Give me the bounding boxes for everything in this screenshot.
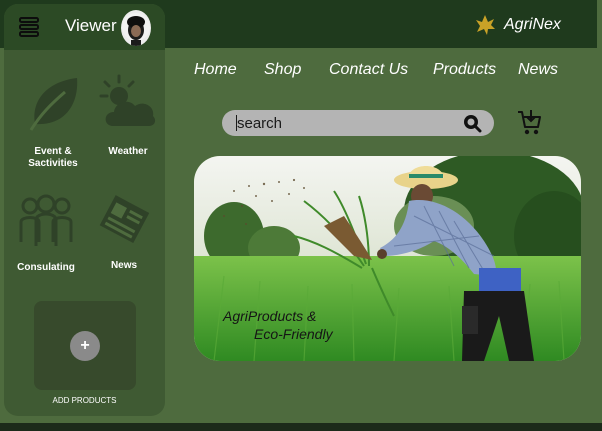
- sidebar-item-label: Event &: [34, 146, 72, 157]
- menu-icon[interactable]: [19, 16, 39, 38]
- search-icon[interactable]: [462, 113, 482, 133]
- viewer-label: Viewer: [65, 16, 117, 35]
- people-icon: [19, 194, 73, 246]
- sidebar-item-events[interactable]: Event & Sactivities: [18, 74, 88, 170]
- nav-products[interactable]: Products: [433, 61, 496, 79]
- cart-icon[interactable]: [516, 108, 542, 136]
- add-product-button[interactable]: +: [70, 331, 100, 361]
- hero-text-line2: Eco-Friendly: [254, 326, 333, 342]
- nav-news[interactable]: News: [518, 61, 558, 79]
- sidebar-item-label: Sactivities: [28, 158, 78, 169]
- search-bar: [222, 110, 494, 136]
- main-nav: Home Shop Contact Us Products News: [0, 61, 602, 83]
- bottom-bar: [0, 423, 602, 431]
- sidebar-item-label: News: [110, 260, 138, 271]
- search-input[interactable]: [237, 113, 457, 133]
- hero-text-line1: AgriProducts &: [223, 308, 317, 324]
- sidebar-item-weather[interactable]: Weather: [94, 74, 162, 158]
- brand-name: AgriNex: [504, 16, 561, 33]
- leaf-logo-icon: [476, 15, 495, 35]
- nav-home[interactable]: Home: [194, 61, 237, 79]
- nav-shop[interactable]: Shop: [264, 61, 301, 79]
- sidebar-header: Viewer: [4, 4, 165, 50]
- avatar[interactable]: [121, 10, 151, 46]
- hero-banner: AgriProducts & Eco-Friendly: [194, 156, 581, 361]
- add-products-card[interactable]: +: [34, 301, 136, 390]
- sidebar-item-news[interactable]: News: [90, 192, 158, 272]
- brand[interactable]: AgriNex: [474, 14, 561, 36]
- sidebar-item-consulting[interactable]: Consulating: [12, 192, 80, 274]
- sidebar-item-label: Weather: [108, 146, 148, 157]
- nav-contact-us[interactable]: Contact Us: [329, 61, 408, 79]
- add-products-label: ADD PRODUCTS: [52, 396, 117, 405]
- sidebar-item-label: Consulating: [17, 262, 75, 273]
- hero-farmer-image: [194, 156, 581, 361]
- newspaper-icon: [99, 195, 150, 244]
